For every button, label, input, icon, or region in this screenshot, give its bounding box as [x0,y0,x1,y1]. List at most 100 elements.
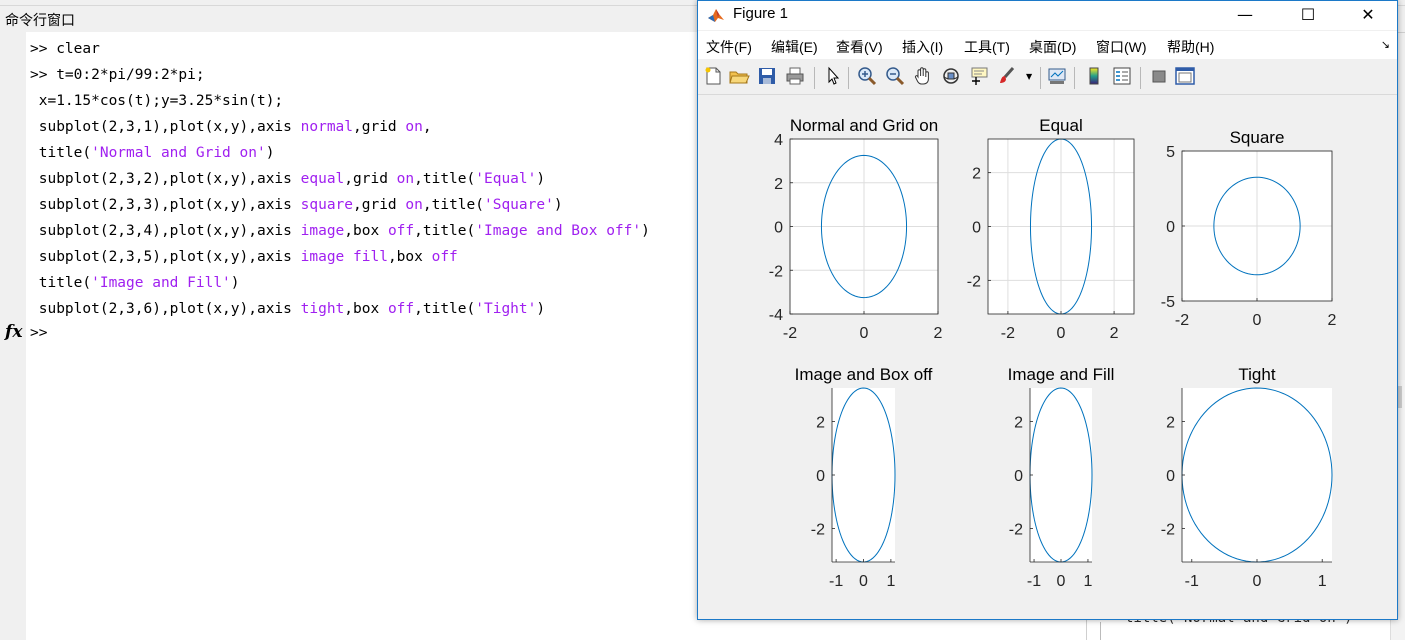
command-line: >> t=0:2*pi/99:2*pi; [30,62,650,88]
zoom-out-icon[interactable] [884,65,906,87]
code-keyword: off [431,249,458,265]
fx-function-browser-icon[interactable]: fx [5,322,22,342]
x-tick-label: 0 [1253,312,1262,329]
menu-window[interactable]: 窗口(W) [1096,37,1147,57]
x-tick-label: -2 [1001,325,1015,342]
brush-icon[interactable] [996,65,1018,87]
command-line: subplot(2,3,6),plot(x,y),axis tight,box … [30,296,650,322]
code-text: title( [30,145,92,161]
link-plot-icon[interactable] [1046,65,1068,87]
menubar-dock-arrow-icon[interactable]: ↘ [1381,38,1390,51]
command-line: >> clear [30,36,650,62]
code-text: ,title( [414,301,476,317]
background-divider [1100,622,1101,640]
menu-desktop[interactable]: 桌面(D) [1029,37,1076,57]
code-keyword: on [405,197,423,213]
x-tick-label: 2 [1110,325,1119,342]
code-keyword: equal [300,171,345,187]
command-line: subplot(2,3,1),plot(x,y),axis normal,gri… [30,114,650,140]
menu-tools[interactable]: 工具(T) [964,37,1010,57]
code-keyword: image fill [300,249,388,265]
subplot-title: Image and Box off [795,365,933,384]
subplot-title: Square [1230,128,1285,147]
hide-plot-tools-icon[interactable] [1148,65,1170,87]
x-tick-label: 2 [1328,312,1337,329]
menu-file[interactable]: 文件(F) [706,37,752,57]
x-tick-label: -1 [1185,573,1199,590]
menu-view[interactable]: 查看(V) [836,37,883,57]
x-tick-label: 1 [1084,573,1093,590]
x-tick-label: 0 [1057,573,1066,590]
minimize-button[interactable]: — [1222,1,1268,30]
subplot-title: Image and Fill [1008,365,1115,384]
axes-background [1182,388,1332,562]
data-cursor-icon[interactable] [968,65,990,87]
code-text: ,box [344,223,388,239]
code-text: title( [30,275,92,291]
command-line: title('Image and Fill') [30,270,650,296]
command-line: x=1.15*cos(t);y=3.25*sin(t); [30,88,650,114]
code-text: ,box [344,301,388,317]
command-prompt[interactable]: >> [30,320,47,346]
select-arrow-icon[interactable] [822,65,844,87]
zoom-in-icon[interactable] [856,65,878,87]
code-text: ,grid [353,119,406,135]
code-keyword: on [396,171,415,187]
code-text: subplot(2,3,5),plot(x,y),axis [30,249,301,265]
figure-toolbar: ▼ [698,60,1397,95]
y-tick-label: 2 [972,166,981,183]
legend-icon[interactable] [1111,65,1133,87]
figure-menubar: 文件(F) 编辑(E) 查看(V) 插入(I) 工具(T) 桌面(D) 窗口(W… [698,31,1397,59]
save-icon[interactable] [756,65,778,87]
code-text: ) [265,145,275,161]
command-line: subplot(2,3,5),plot(x,y),axis image fill… [30,244,650,270]
figure-titlebar[interactable]: Figure 1 — ☐ ✕ [698,1,1397,30]
matlab-logo-icon [707,6,725,24]
rotate-3d-icon[interactable] [940,65,962,87]
y-tick-label: 0 [774,220,783,237]
toolbar-separator [848,67,849,89]
code-text: x=1.15*cos(t);y=3.25*sin(t); [30,93,284,109]
x-tick-label: 0 [860,325,869,342]
figure-title: Figure 1 [733,5,789,22]
menu-edit[interactable]: 编辑(E) [771,37,818,57]
new-figure-icon[interactable] [702,65,724,87]
close-button[interactable]: ✕ [1345,1,1391,30]
code-text: subplot(2,3,2),plot(x,y),axis [30,171,301,187]
figure-canvas[interactable]: -2 0 2 4 2 0 -2 -4 Normal and Grid on -2 0 2 2 0 -2 Equ… [698,95,1397,619]
code-keyword: 'Tight' [475,301,537,317]
open-file-icon[interactable] [728,65,750,87]
y-tick-label: 0 [972,220,981,237]
code-text: subplot(2,3,6),plot(x,y),axis [30,301,301,317]
y-tick-label: 0 [1014,468,1023,485]
brush-dropdown-icon[interactable]: ▼ [1026,72,1032,81]
code-keyword: off [387,223,415,239]
code-text: subplot(2,3,4),plot(x,y),axis [30,223,301,239]
y-tick-label: 4 [774,132,783,149]
toolbar-separator [1140,67,1141,89]
y-tick-label: 0 [1166,468,1175,485]
code-text: subplot(2,3,3),plot(x,y),axis [30,197,301,213]
pan-hand-icon[interactable] [912,65,934,87]
toolbar-separator [814,67,815,89]
y-tick-label: -2 [769,263,783,280]
code-text: ) [641,223,650,239]
y-tick-label: 2 [1166,414,1175,431]
print-icon[interactable] [784,65,806,87]
code-keyword: 'Square' [483,197,554,213]
x-tick-label: -2 [1175,312,1189,329]
y-tick-label: 0 [816,468,825,485]
menu-insert[interactable]: 插入(I) [902,37,943,57]
menu-help[interactable]: 帮助(H) [1167,37,1214,57]
maximize-button[interactable]: ☐ [1285,1,1331,30]
figure-window[interactable]: Figure 1 — ☐ ✕ 文件(F) 编辑(E) 查看(V) 插入(I) 工… [697,0,1398,620]
x-tick-label: -1 [1027,573,1041,590]
code-text: ,title( [414,223,476,239]
y-tick-label: 0 [1166,219,1175,236]
show-plot-tools-icon[interactable] [1174,65,1196,87]
code-text: >> clear [30,41,100,57]
x-tick-label: 1 [886,573,895,590]
code-keyword: on [405,119,423,135]
x-tick-label: 0 [1253,573,1262,590]
colorbar-icon[interactable] [1083,65,1105,87]
